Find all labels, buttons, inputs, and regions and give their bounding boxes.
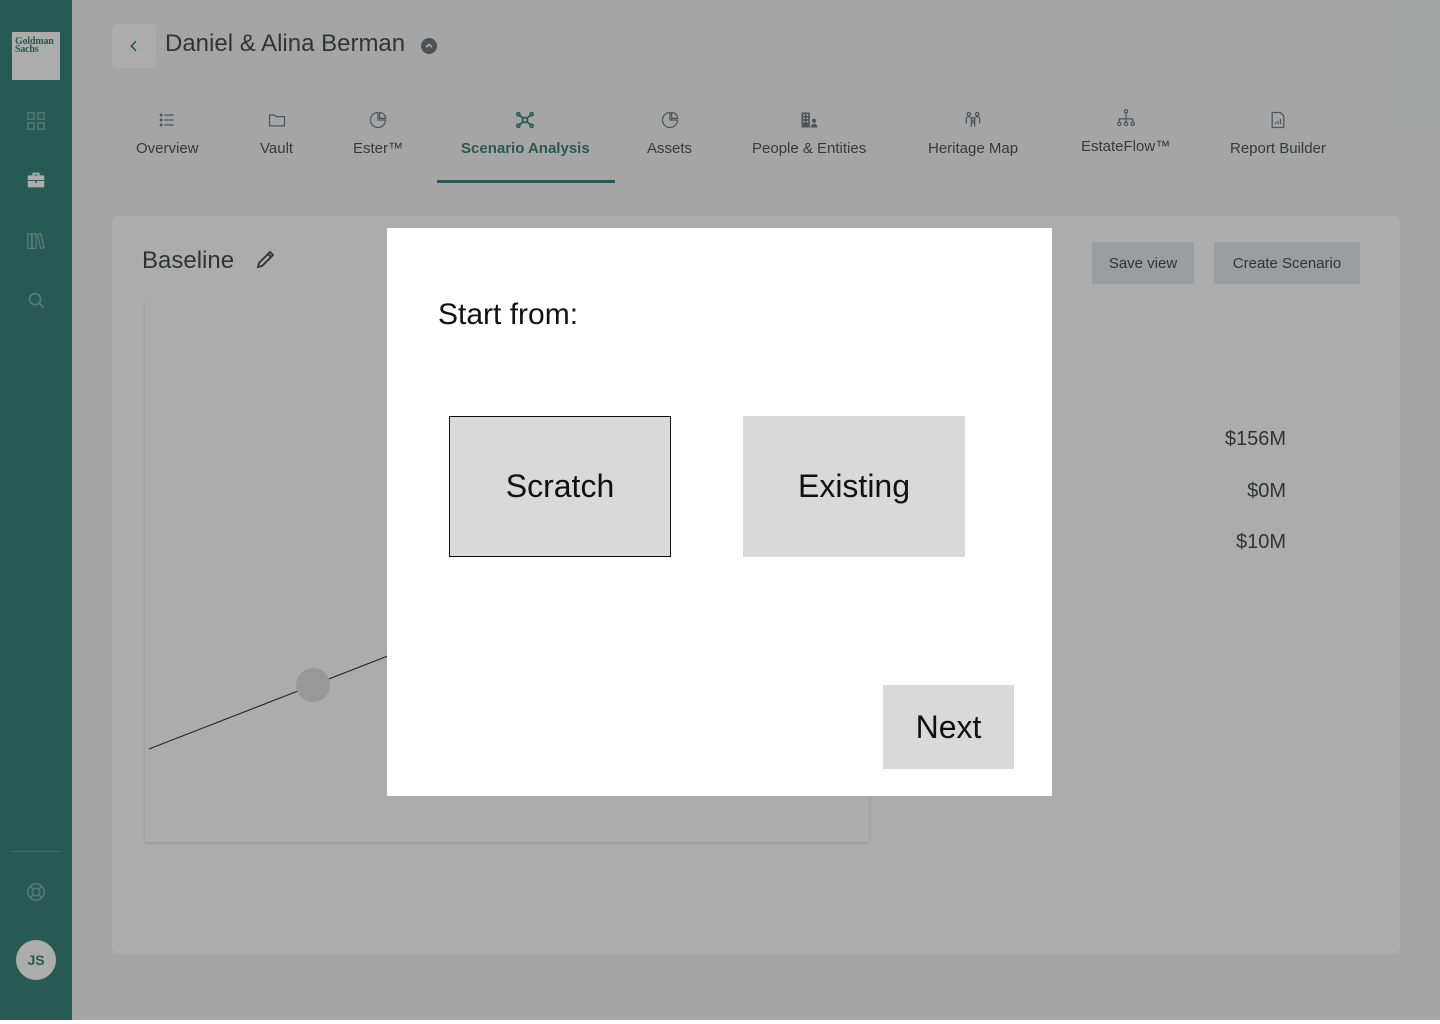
dialog-title: Start from: <box>438 298 579 331</box>
start-from-dialog: Start from: Scratch Existing Next <box>387 228 1052 796</box>
next-button[interactable]: Next <box>883 685 1014 769</box>
bottom-strip <box>0 1020 1440 1024</box>
scratch-option[interactable]: Scratch <box>449 416 671 557</box>
existing-option[interactable]: Existing <box>743 416 965 557</box>
